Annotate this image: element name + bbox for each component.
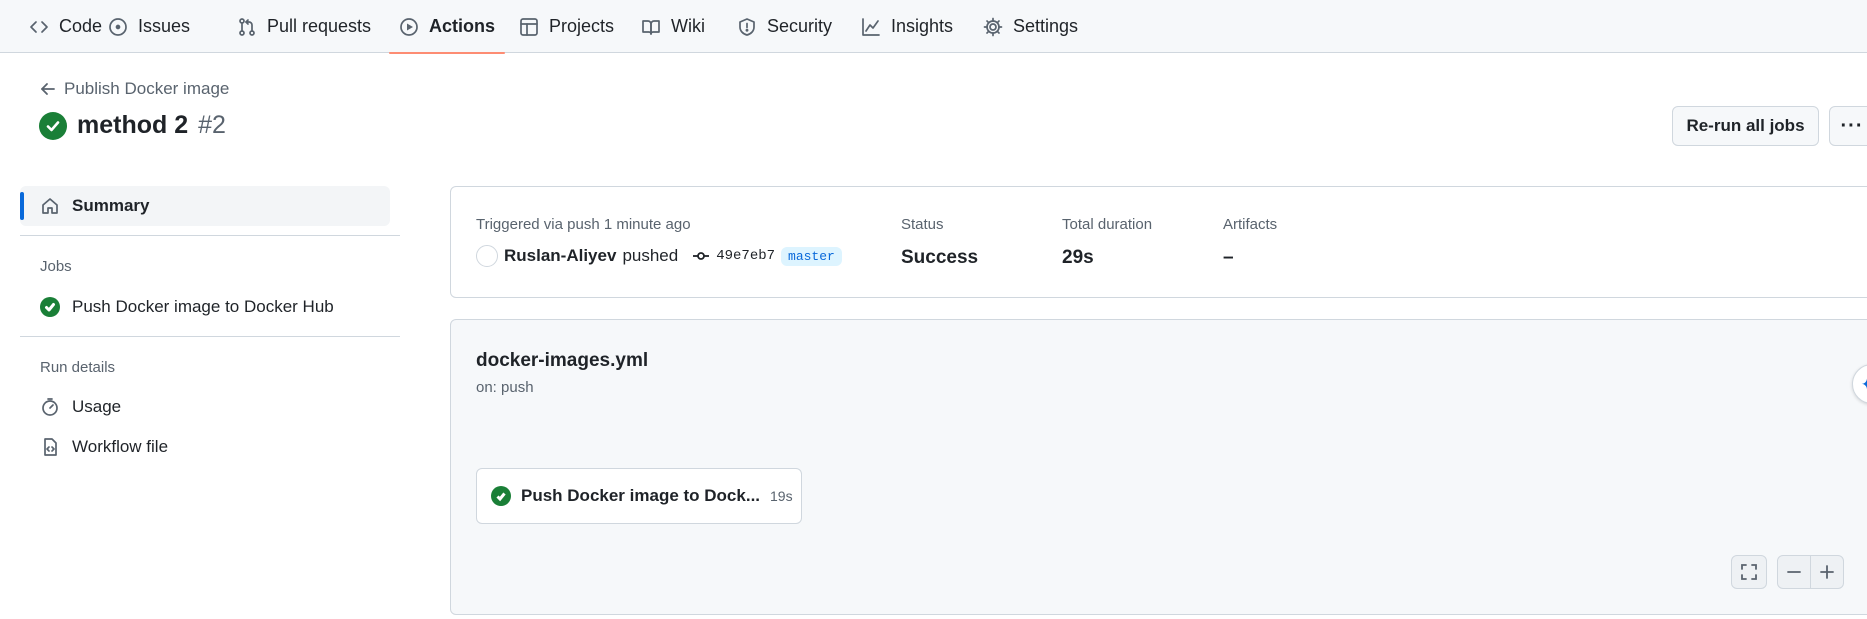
fullscreen-icon [1741,564,1757,580]
sidebar-job-item[interactable]: Push Docker image to Docker Hub [20,287,389,327]
file-code-icon [44,438,57,456]
status-value: Success [901,247,979,268]
tab-actions-label: Actions [429,16,496,36]
job-node[interactable]: Push Docker image to Dock... 19s [476,468,802,524]
graph-icon [862,17,880,36]
workflow-trigger: on: push [476,379,534,396]
tab-settings[interactable]: Settings [983,0,1078,53]
pull-request-icon [239,17,255,36]
zoom-out-button[interactable] [1777,555,1811,589]
tab-pull-requests-label: Pull requests [267,16,372,36]
run-title-row: method 2 #2 [39,111,226,140]
success-check-icon [39,111,67,140]
status-label: Status [901,216,944,233]
commit-sha-link[interactable]: 49e7eb7 [716,248,775,264]
table-icon [520,17,538,36]
tab-code[interactable]: Code [29,0,102,53]
rerun-all-jobs-button[interactable]: Re-run all jobs [1672,106,1819,146]
trigger-action: pushed [622,246,679,265]
arrow-left-icon [41,83,55,95]
duration-value: 29s [1062,247,1094,268]
branch-badge[interactable]: master [781,246,842,266]
tab-wiki-label: Wiki [671,16,705,36]
duration-label: Total duration [1062,216,1153,233]
run-details-heading: Run details [40,359,116,376]
minus-icon [1787,571,1801,573]
tab-pull-requests[interactable]: Pull requests [237,0,371,53]
back-to-workflow-link[interactable]: Publish Docker image [40,79,229,99]
commit-icon [693,252,710,260]
sidebar-divider [20,235,400,236]
sidebar-item-summary[interactable]: Summary [20,186,390,226]
tab-settings-label: Settings [1013,16,1079,36]
success-check-icon [491,486,511,506]
sidebar-workflow-file-label: Workflow file [72,437,169,456]
run-number: #2 [198,111,226,139]
shield-icon [739,17,755,36]
trigger-label: Triggered via push 1 minute ago [476,216,691,233]
book-icon [642,19,660,35]
tab-actions[interactable]: Actions [388,0,506,54]
tab-security[interactable]: Security [737,0,832,53]
success-check-icon [40,297,60,317]
tab-issues-label: Issues [138,16,191,36]
tab-projects-label: Projects [549,16,615,36]
sidebar-item-workflow-file[interactable]: Workflow file [20,427,389,467]
zoom-in-button[interactable] [1810,555,1844,589]
sidebar-summary-label: Summary [72,196,150,215]
code-icon [30,20,48,33]
sidebar-job-label: Push Docker image to Docker Hub [72,297,334,316]
workflow-graph-card: docker-images.yml on: push Push Docker i… [450,319,1867,615]
home-icon [42,198,58,214]
fullscreen-button[interactable] [1731,555,1767,589]
job-node-duration: 19s [770,488,793,504]
jobs-heading: Jobs [40,258,72,275]
tab-code-label: Code [59,16,103,36]
plus-icon [1820,565,1834,579]
gear-icon [983,17,1003,36]
tab-security-label: Security [767,16,833,36]
artifacts-value: – [1223,247,1234,268]
actor-link[interactable]: Ruslan-Aliyev [504,246,616,266]
back-link-label: Publish Docker image [64,79,230,98]
trigger-details: Ruslan-Aliyev pushed 49e7eb7 master [476,245,842,267]
tab-wiki[interactable]: Wiki [641,0,705,53]
sidebar-divider [20,336,400,337]
tab-issues[interactable]: Issues [108,0,190,53]
tab-projects[interactable]: Projects [519,0,614,53]
more-options-button[interactable]: ··· [1829,106,1867,146]
artifacts-label: Artifacts [1223,216,1278,233]
sidebar-item-usage[interactable]: Usage [20,387,389,427]
stopwatch-icon [42,398,58,416]
issue-icon [109,17,127,36]
workflow-file-name: docker-images.yml [476,350,649,371]
run-title: method 2 [77,111,189,139]
job-node-name: Push Docker image to Dock... [521,486,761,505]
tab-insights-label: Insights [891,16,954,36]
play-icon [400,17,418,36]
avatar[interactable] [476,245,498,267]
sidebar-usage-label: Usage [72,397,122,416]
tab-insights[interactable]: Insights [861,0,953,53]
run-summary-card: Triggered via push 1 minute ago Ruslan-A… [450,186,1867,298]
repo-nav: Code Issues Pull requests Actions Projec… [0,0,1867,54]
